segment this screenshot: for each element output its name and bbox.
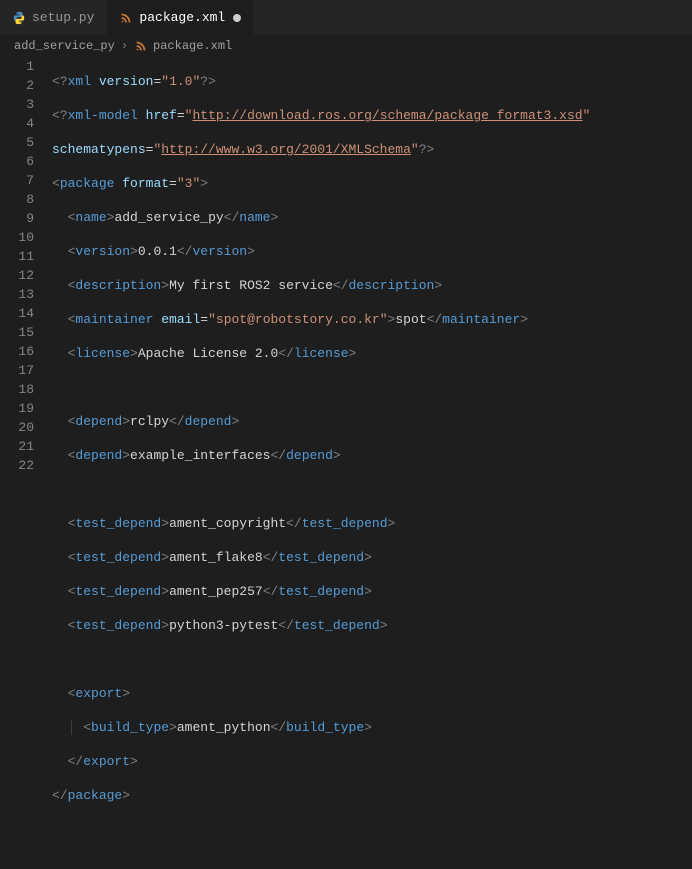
breadcrumb-file[interactable]: package.xml xyxy=(153,39,232,53)
line-number: 2 xyxy=(0,76,34,95)
line-number: 6 xyxy=(0,152,34,171)
rss-icon xyxy=(134,39,148,53)
line-number: 15 xyxy=(0,323,34,342)
tab-label: setup.py xyxy=(32,10,94,25)
tab-label: package.xml xyxy=(139,10,225,25)
line-number: 9 xyxy=(0,209,34,228)
chevron-right-icon: › xyxy=(121,39,128,53)
line-number: 16 xyxy=(0,342,34,361)
line-number: 4 xyxy=(0,114,34,133)
line-number: 17 xyxy=(0,361,34,380)
line-number: 3 xyxy=(0,95,34,114)
line-number: 21 xyxy=(0,437,34,456)
line-number: 13 xyxy=(0,285,34,304)
tab-package-xml[interactable]: package.xml xyxy=(107,0,254,35)
dirty-indicator-icon xyxy=(233,14,241,22)
breadcrumb[interactable]: add_service_py › package.xml xyxy=(0,35,692,57)
line-number: 22 xyxy=(0,456,34,475)
breadcrumb-folder[interactable]: add_service_py xyxy=(14,39,115,53)
line-number: 12 xyxy=(0,266,34,285)
line-number: 8 xyxy=(0,190,34,209)
line-number: 20 xyxy=(0,418,34,437)
python-icon xyxy=(12,11,26,25)
line-number: 1 xyxy=(0,57,34,76)
tab-bar: setup.py package.xml xyxy=(0,0,692,35)
line-number: 5 xyxy=(0,133,34,152)
rss-icon xyxy=(119,11,133,25)
line-number: 19 xyxy=(0,399,34,418)
code-editor[interactable]: 1 2 3 4 5 6 7 8 9 10 11 12 13 14 15 16 1… xyxy=(0,57,692,869)
line-number: 18 xyxy=(0,380,34,399)
code-content[interactable]: <?xml version="1.0"?> <?xml-model href="… xyxy=(52,57,692,869)
line-number: 10 xyxy=(0,228,34,247)
line-number: 11 xyxy=(0,247,34,266)
line-number: 7 xyxy=(0,171,34,190)
line-number-gutter: 1 2 3 4 5 6 7 8 9 10 11 12 13 14 15 16 1… xyxy=(0,57,52,869)
line-number: 14 xyxy=(0,304,34,323)
tab-setup-py[interactable]: setup.py xyxy=(0,0,107,35)
